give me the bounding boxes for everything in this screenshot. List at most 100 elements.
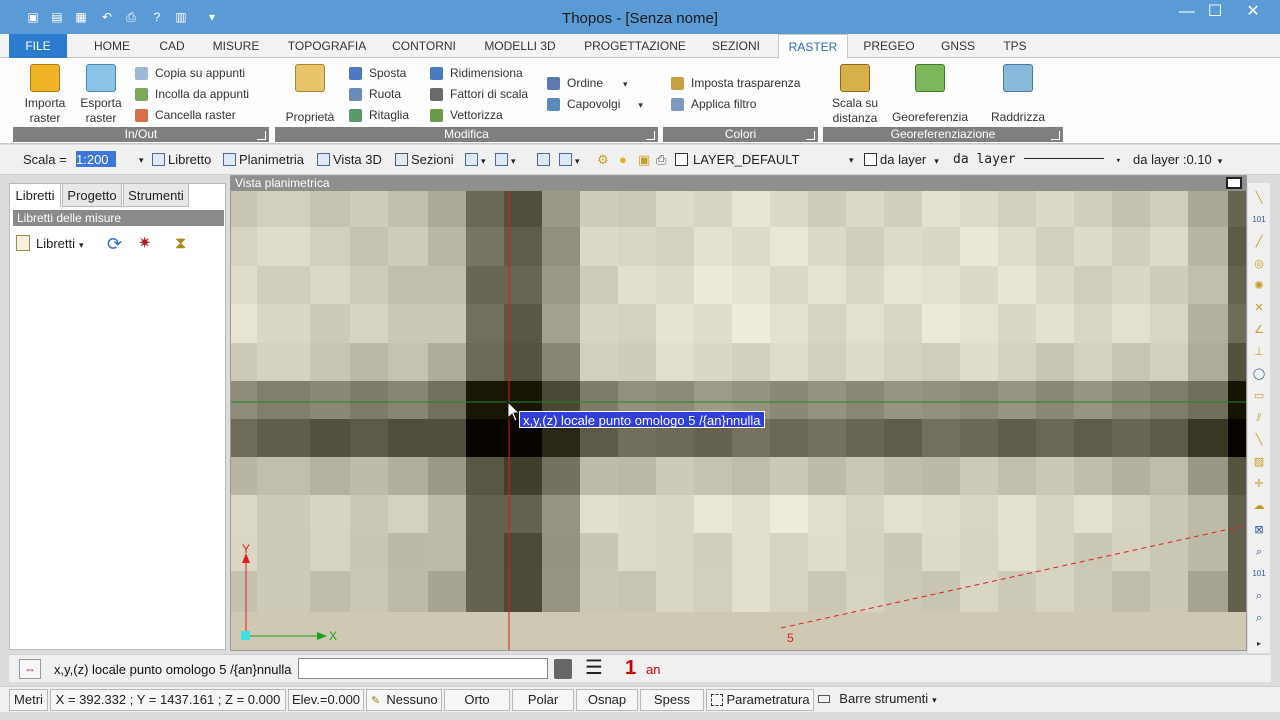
- line-tool-icon[interactable]: ╲: [1252, 191, 1266, 205]
- tab-topografia[interactable]: TOPOGRAFIA: [280, 34, 374, 58]
- scala-su-distanza-button[interactable]: Scala su distanza: [827, 64, 883, 126]
- ritaglia-button[interactable]: Ritaglia: [347, 106, 409, 124]
- scroll-right-icon[interactable]: ▸: [1252, 637, 1266, 651]
- numbered-point-icon[interactable]: 101: [1252, 213, 1266, 227]
- layout-rows-icon[interactable]: ▾: [495, 152, 516, 168]
- georeferenzia-button[interactable]: Georeferenzia: [889, 64, 971, 125]
- snap-mode-button[interactable]: ✎ Nessuno: [366, 689, 442, 711]
- tab-libretti[interactable]: Libretti: [9, 183, 61, 207]
- target-tool-icon[interactable]: ✺: [1252, 279, 1266, 293]
- lightbulb-icon[interactable]: ●: [619, 152, 627, 168]
- capovolgi-dropdown[interactable]: Capovolgi ▾: [545, 95, 643, 113]
- command-history-icon[interactable]: ⇔: [19, 659, 41, 679]
- importa-raster-button[interactable]: Importa raster: [17, 64, 73, 126]
- calculator-icon[interactable]: [554, 659, 572, 679]
- printer-icon[interactable]: ⎙: [656, 152, 666, 168]
- layer-stack-icon[interactable]: ▾: [559, 152, 580, 168]
- zoom-icon[interactable]: ⌕: [1252, 545, 1266, 559]
- sezioni-button[interactable]: Sezioni: [395, 152, 454, 168]
- layer-select[interactable]: LAYER_DEFAULT: [693, 152, 799, 168]
- command-option-text[interactable]: an: [646, 662, 660, 677]
- proprieta-button[interactable]: Proprietà: [283, 64, 337, 125]
- raster-pixel: [732, 457, 770, 495]
- offset-tool-icon[interactable]: ⫽: [1252, 411, 1266, 425]
- polar-toggle[interactable]: Polar: [512, 689, 574, 711]
- cross-tool-icon[interactable]: ✛: [1252, 477, 1266, 491]
- vettorizza-button[interactable]: Vettorizza: [428, 106, 503, 124]
- ruota-button[interactable]: Ruota: [347, 85, 401, 103]
- diagonal-tool-icon[interactable]: ╲: [1252, 433, 1266, 447]
- intersect-tool-icon[interactable]: ✕: [1252, 301, 1266, 315]
- imposta-trasparenza-button[interactable]: Imposta trasparenza: [669, 74, 800, 92]
- libretto-button[interactable]: Libretto: [152, 152, 211, 168]
- planimetria-button[interactable]: Planimetria: [223, 152, 304, 168]
- tab-home[interactable]: HOME: [86, 34, 138, 58]
- sposta-button[interactable]: Sposta: [347, 64, 406, 82]
- tab-progetto[interactable]: Progetto: [62, 183, 122, 207]
- layer-state-icon[interactable]: ⚙: [597, 152, 609, 168]
- refresh-icon[interactable]: ⟳: [107, 234, 122, 254]
- cancella-raster-button[interactable]: Cancella raster: [133, 106, 236, 124]
- alert-icon[interactable]: ✷: [138, 234, 151, 254]
- maximize-button[interactable]: ☐: [1198, 2, 1232, 24]
- circle-tool-icon[interactable]: ◎: [1252, 257, 1266, 271]
- in-out-launcher-icon[interactable]: [257, 131, 266, 140]
- libretti-dropdown-button[interactable]: Libretti ▾: [16, 234, 84, 254]
- incolla-appunti-button[interactable]: Incolla da appunti: [133, 85, 249, 103]
- lineweight-select[interactable]: da layer :0.10 ▾: [1133, 152, 1222, 168]
- hatch-tool-icon[interactable]: ▨: [1252, 455, 1266, 469]
- elevation-readout[interactable]: Elev.=0.000: [288, 689, 364, 711]
- zoom-point-icon[interactable]: 101: [1252, 567, 1266, 581]
- linetype-select[interactable]: da layer ▾: [953, 152, 1121, 168]
- ridimensiona-button[interactable]: Ridimensiona: [428, 64, 523, 82]
- zoom-extents-icon[interactable]: ⌕: [1252, 589, 1266, 603]
- layer-dropdown-icon[interactable]: ▾: [849, 152, 854, 168]
- fattori-scala-button[interactable]: Fattori di scala: [428, 85, 528, 103]
- tab-gnss[interactable]: GNSS: [934, 34, 982, 58]
- osnap-toggle[interactable]: Osnap: [576, 689, 638, 711]
- list-icon[interactable]: ☰: [585, 657, 603, 679]
- arc-tool-icon[interactable]: ◯: [1252, 367, 1266, 381]
- raddrizza-button[interactable]: Raddrizza: [983, 64, 1053, 125]
- zoom-window-icon[interactable]: ⊠: [1252, 523, 1266, 537]
- scala-input[interactable]: [76, 151, 146, 167]
- hourglass-icon[interactable]: ⧗: [175, 234, 186, 254]
- rectangle-tool-icon[interactable]: ▭: [1252, 389, 1266, 403]
- close-button[interactable]: ✕: [1236, 2, 1270, 24]
- tab-pregeo[interactable]: PREGEO: [858, 34, 920, 58]
- command-input[interactable]: [298, 658, 548, 679]
- tab-progettazione[interactable]: PROGETTAZIONE: [576, 34, 694, 58]
- tab-cad[interactable]: CAD: [150, 34, 194, 58]
- copia-appunti-button[interactable]: Copia su appunti: [133, 64, 245, 82]
- tab-strumenti[interactable]: Strumenti: [123, 183, 189, 207]
- layers-icon[interactable]: [537, 152, 553, 168]
- maximize-view-icon[interactable]: [1226, 177, 1242, 189]
- applica-filtro-button[interactable]: Applica filtro: [669, 95, 756, 113]
- parametratura-toggle[interactable]: Parametratura: [706, 689, 814, 711]
- modifica-launcher-icon[interactable]: [646, 131, 655, 140]
- lock-icon[interactable]: ▣: [638, 152, 650, 168]
- layout-columns-icon[interactable]: ▾: [465, 152, 486, 168]
- color-select[interactable]: da layer ▾: [864, 152, 939, 168]
- vista-3d-button[interactable]: Vista 3D: [317, 152, 382, 168]
- esporta-raster-button[interactable]: Esporta raster: [75, 64, 127, 126]
- orto-toggle[interactable]: Orto: [444, 689, 510, 711]
- zoom-previous-icon[interactable]: ⌕: [1252, 611, 1266, 625]
- units-button[interactable]: Metri: [9, 689, 48, 711]
- tab-misure[interactable]: MISURE: [206, 34, 266, 58]
- polyline-tool-icon[interactable]: ╱: [1252, 235, 1266, 249]
- spess-toggle[interactable]: Spess: [640, 689, 704, 711]
- barre-strumenti-menu[interactable]: Barre strumenti ▾: [816, 689, 942, 711]
- cloud-tool-icon[interactable]: ☁: [1252, 499, 1266, 513]
- tab-sezioni[interactable]: SEZIONI: [704, 34, 768, 58]
- tab-modelli-3d[interactable]: MODELLI 3D: [476, 34, 564, 58]
- colori-launcher-icon[interactable]: [806, 131, 815, 140]
- angle-tool-icon[interactable]: ∠: [1252, 323, 1266, 337]
- tab-file[interactable]: FILE: [9, 34, 67, 58]
- ordine-dropdown[interactable]: Ordine ▾: [545, 74, 628, 92]
- tab-tps[interactable]: TPS: [994, 34, 1036, 58]
- perpendicular-tool-icon[interactable]: ⊥: [1252, 345, 1266, 359]
- tab-contorni[interactable]: CONTORNI: [384, 34, 464, 58]
- georef-launcher-icon[interactable]: [1051, 131, 1060, 140]
- tab-raster[interactable]: RASTER: [778, 34, 848, 59]
